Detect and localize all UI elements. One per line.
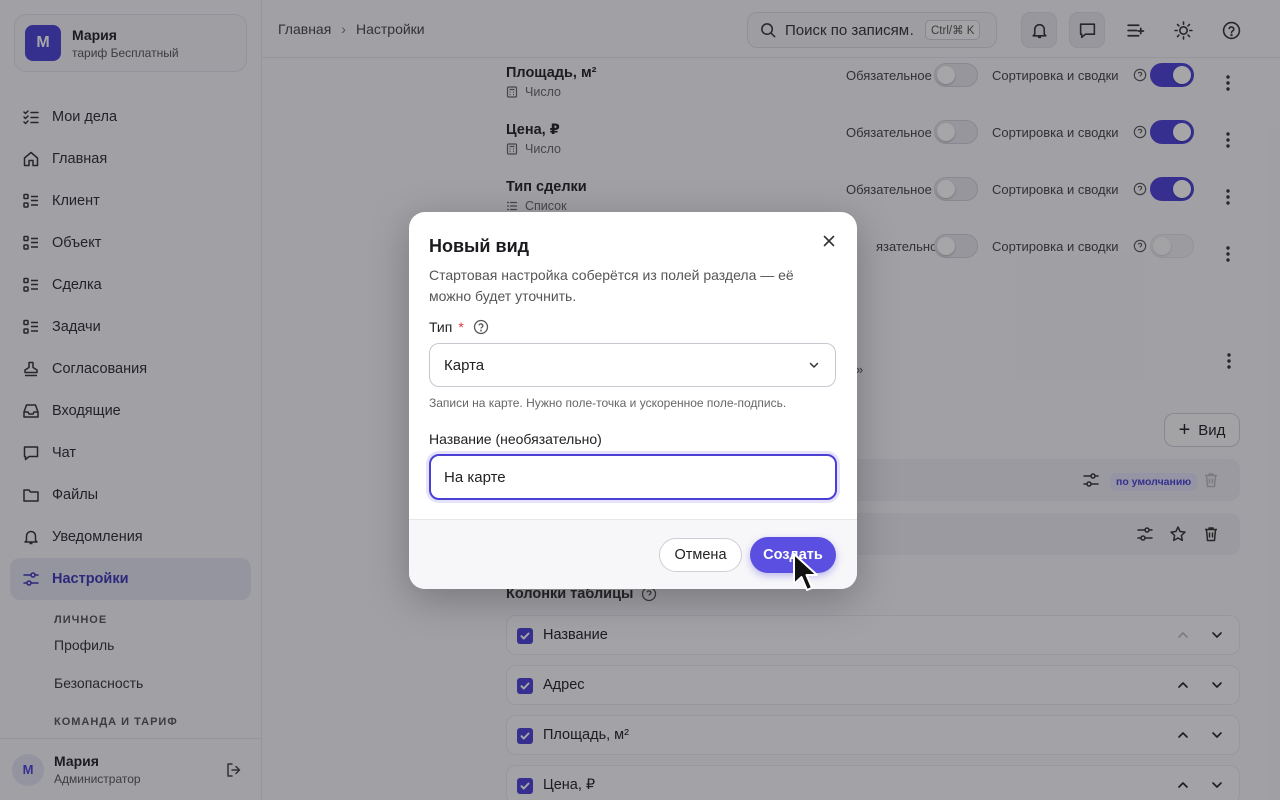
view-name-input[interactable] xyxy=(429,454,837,500)
close-icon[interactable] xyxy=(821,233,837,249)
new-view-dialog: Новый вид Стартовая настройка соберётся … xyxy=(409,212,857,589)
view-type-hint: Записи на карте. Нужно поле-точка и уско… xyxy=(429,396,787,410)
required-mark: * xyxy=(458,319,464,335)
view-type-value: Карта xyxy=(444,356,485,374)
type-field-label: Тип * xyxy=(429,319,489,335)
chevron-down-icon xyxy=(809,362,819,368)
dialog-description: Стартовая настройка соберётся из полей р… xyxy=(429,267,794,304)
dialog-footer: Отмена Создать xyxy=(409,519,857,589)
mouse-cursor-icon xyxy=(793,553,818,591)
help-icon[interactable] xyxy=(473,319,489,335)
view-type-select[interactable]: Карта xyxy=(429,343,836,387)
type-label-text: Тип xyxy=(429,319,453,335)
dialog-title: Новый вид xyxy=(429,236,530,256)
cancel-button[interactable]: Отмена xyxy=(659,538,742,572)
name-field-label: Название (необязательно) xyxy=(429,431,602,447)
